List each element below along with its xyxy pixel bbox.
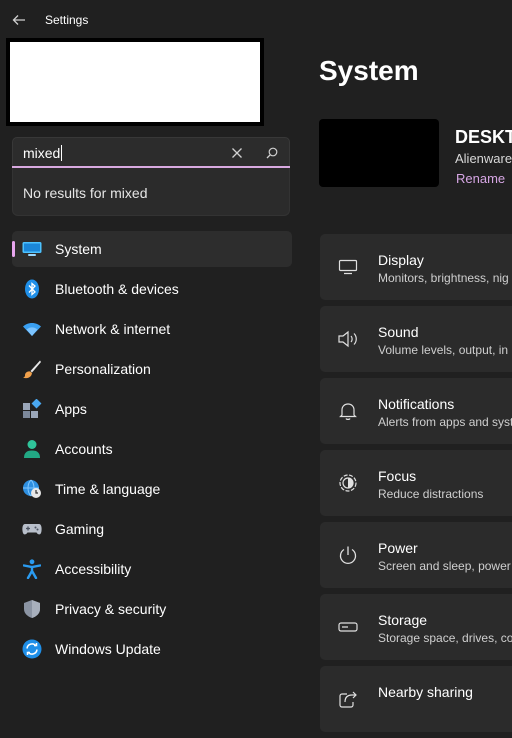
user-profile-redacted (10, 42, 260, 122)
person-icon (22, 439, 42, 459)
sidebar-item-time-language[interactable]: Time & language (12, 471, 292, 507)
sidebar-item-label: Gaming (55, 521, 105, 537)
setting-subtitle: Volume levels, output, in (378, 343, 509, 357)
wifi-icon (22, 319, 42, 339)
search-button[interactable] (263, 144, 281, 162)
setting-title: Focus (378, 468, 417, 484)
setting-title: Display (378, 252, 424, 268)
sidebar-item-accessibility[interactable]: Accessibility (12, 551, 292, 587)
sidebar-item-label: System (55, 241, 102, 257)
setting-title: Storage (378, 612, 428, 628)
sidebar-item-label: Windows Update (55, 641, 161, 657)
back-button[interactable] (8, 8, 30, 32)
globe-clock-icon (22, 479, 42, 499)
setting-card-focus[interactable]: Focus Reduce distractions (320, 450, 512, 516)
setting-card-sound[interactable]: Sound Volume levels, output, in (320, 306, 512, 372)
search-input-value[interactable]: mixed (23, 145, 63, 161)
sidebar-item-system[interactable]: System (12, 231, 292, 267)
display-icon (336, 256, 360, 278)
device-name: DESKTO (455, 127, 512, 147)
speaker-icon (336, 328, 360, 350)
app-title: Settings (45, 13, 89, 27)
setting-title: Sound (378, 324, 419, 340)
device-image (319, 119, 439, 187)
setting-title: Nearby sharing (378, 684, 473, 700)
sidebar-item-label: Privacy & security (55, 601, 167, 617)
sidebar-item-accounts[interactable]: Accounts (12, 431, 292, 467)
sidebar-item-network[interactable]: Network & internet (12, 311, 292, 347)
page-title: System (319, 55, 419, 86)
shield-icon (22, 599, 42, 619)
clear-search-button[interactable] (228, 144, 246, 162)
power-icon (336, 544, 360, 566)
device-model: Alienware (455, 151, 512, 166)
brush-icon (22, 359, 42, 379)
sidebar-item-label: Apps (55, 401, 87, 417)
setting-card-notifications[interactable]: Notifications Alerts from apps and syst (320, 378, 512, 444)
selected-indicator (12, 241, 15, 257)
setting-title: Power (378, 540, 418, 556)
text-caret (61, 145, 63, 161)
sidebar-item-apps[interactable]: Apps (12, 391, 292, 427)
setting-card-storage[interactable]: Storage Storage space, drives, co (320, 594, 512, 660)
accessibility-icon (22, 559, 42, 579)
close-icon (232, 148, 242, 158)
setting-card-power[interactable]: Power Screen and sleep, power (320, 522, 512, 588)
search-suggestions-dropdown: No results for mixed (12, 168, 290, 216)
bluetooth-icon (22, 279, 42, 299)
sidebar-item-bluetooth[interactable]: Bluetooth & devices (12, 271, 292, 307)
setting-subtitle: Screen and sleep, power (378, 559, 511, 573)
title-bar: Settings (0, 0, 512, 40)
search-input[interactable]: mixed (12, 137, 290, 168)
monitor-icon (22, 239, 42, 259)
user-profile-card[interactable] (6, 38, 264, 126)
sidebar-nav: System Bluetooth & devices Network & int… (12, 231, 292, 671)
no-results-text: No results for mixed (23, 185, 148, 201)
rename-link[interactable]: Rename (456, 171, 505, 186)
sidebar-item-label: Network & internet (55, 321, 171, 337)
sidebar-item-label: Bluetooth & devices (55, 281, 179, 297)
back-arrow-icon (12, 15, 25, 25)
sidebar-item-personalization[interactable]: Personalization (12, 351, 292, 387)
storage-icon (336, 616, 360, 638)
sidebar-item-windows-update[interactable]: Windows Update (12, 631, 292, 667)
sidebar-item-label: Accessibility (55, 561, 132, 577)
setting-card-nearby-sharing[interactable]: Nearby sharing (320, 666, 512, 732)
focus-icon (336, 472, 360, 494)
setting-subtitle: Monitors, brightness, nig (378, 271, 509, 285)
bell-icon (336, 400, 360, 422)
setting-title: Notifications (378, 396, 455, 412)
setting-subtitle: Storage space, drives, co (378, 631, 512, 645)
search-icon (266, 147, 278, 159)
sidebar-item-gaming[interactable]: Gaming (12, 511, 292, 547)
update-icon (22, 639, 42, 659)
share-icon (336, 688, 360, 710)
sidebar-item-label: Accounts (55, 441, 113, 457)
sidebar-item-privacy-security[interactable]: Privacy & security (12, 591, 292, 627)
apps-icon (22, 399, 42, 419)
sidebar-item-label: Personalization (55, 361, 151, 377)
gamepad-icon (22, 519, 42, 539)
setting-subtitle: Reduce distractions (378, 487, 484, 501)
sidebar-item-label: Time & language (55, 481, 161, 497)
setting-subtitle: Alerts from apps and syst (378, 415, 512, 429)
system-settings-list: Display Monitors, brightness, nig Sound … (320, 234, 512, 738)
setting-card-display[interactable]: Display Monitors, brightness, nig (320, 234, 512, 300)
